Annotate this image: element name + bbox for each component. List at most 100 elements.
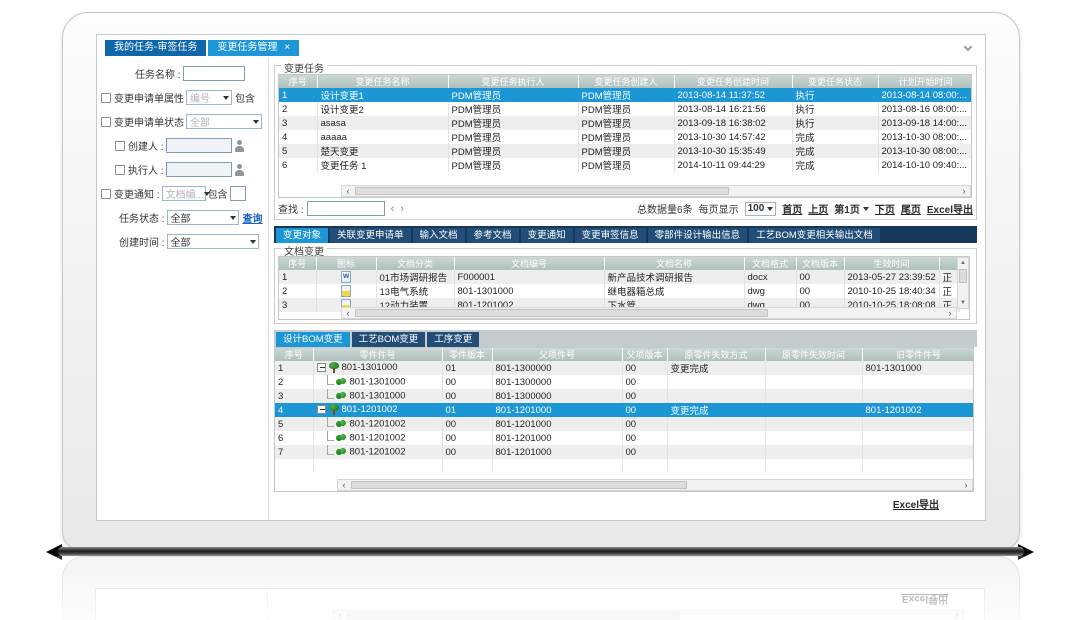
bom-row[interactable]: 6801-120100200801-120100000 [275,431,974,445]
dropdown-arrow-icon [253,120,259,124]
scroll-left-icon[interactable]: ‹ [342,186,354,196]
detail-tab-6[interactable]: 变更审签信息 [575,228,646,243]
creator-input[interactable] [166,138,232,153]
scrollbar-thumb [347,612,680,620]
tab-my-tasks-label: 我的任务-审签任务 [114,42,197,53]
excel-export-link-bottom[interactable]: Excel导出 [893,500,939,511]
notice-contains: 包含 [208,186,228,201]
detail-tab-5[interactable]: 变更通知 [521,228,573,243]
current-page-value: 第1页 [834,201,860,216]
detail-tab-bar: 变更对象关联变更申请单输入文档参考文档变更通知变更审签信息零部件设计输出信息工艺… [274,226,977,243]
bom-row[interactable]: 5801-120100200801-120100000 [275,417,974,431]
cell: docx [744,270,796,284]
per-page-select[interactable]: 100 [745,202,777,216]
doc-v-scrollbar[interactable]: ▲ ▼ [957,257,969,309]
last-page-link[interactable]: 尾页 [901,201,921,216]
tab-change-task-mgmt[interactable]: 变更任务管理× [208,40,299,56]
bom-row[interactable]: 2801-130100000801-130000000 [275,375,974,389]
bom-tab-1[interactable]: 设计BOM变更 [276,332,350,347]
tab-my-tasks[interactable]: 我的任务-审签任务 [105,40,206,56]
scroll-left-icon[interactable]: ‹ [342,308,354,318]
task-row[interactable]: 6变更任务 1PDM管理员PDM管理员2014-10-11 09:44:29完成… [279,158,972,172]
user-picker-icon[interactable] [234,140,245,152]
detail-tab-2[interactable]: 关联变更申请单 [330,228,411,243]
scrollbar-thumb[interactable] [351,481,687,489]
executor-input[interactable] [166,162,232,177]
filter-panel: 任务名称 : 变更申请单属性 编号 包含 变更申请单状态 全部 [97,58,269,520]
scroll-right-icon[interactable]: › [944,308,956,318]
detail-tab-4[interactable]: 参考文档 [467,228,519,243]
scroll-down-icon[interactable]: ▼ [960,298,966,308]
doc-row[interactable]: 213电气系统801-1301000继电器箱总成dwg002010-10-25 … [279,284,959,298]
cell: 2013-05-27 23:39:52 [844,270,939,284]
detail-tab-1[interactable]: 变更对象 [276,228,328,243]
request-attr-select[interactable]: 编号 [186,90,232,105]
detail-tab-7[interactable]: 零部件设计输出信息 [648,228,748,243]
bom-row[interactable]: 3801-130100000801-130000000 [275,389,974,403]
scroll-up-icon[interactable]: ▲ [960,258,966,268]
detail-tab-3[interactable]: 输入文档 [413,228,465,243]
user-picker-icon[interactable] [234,164,245,176]
task-row[interactable]: 5楚天变更PDM管理员PDM管理员2013-10-30 15:35:49完成20… [279,144,972,158]
scroll-right-icon[interactable]: › [958,186,970,196]
column-header: 图标 [316,257,376,270]
chevron-down-icon[interactable] [965,45,973,53]
scrollbar-track[interactable] [958,268,968,298]
request-status-checkbox[interactable] [101,117,111,127]
column-header: 原零件失效时间 [765,348,862,361]
scrollbar-track[interactable] [354,308,944,318]
expand-minus-icon[interactable] [317,363,326,372]
task-row[interactable]: 3asasaPDM管理员PDM管理员2013-09-18 16:38:02执行2… [279,116,972,130]
bom-row[interactable]: 4801-120100201801-120100000变更完成801-12010… [275,403,974,417]
notice-checkbox[interactable] [101,189,111,199]
creator-checkbox[interactable] [115,141,125,151]
bom-h-scrollbar[interactable]: ‹ › [337,479,973,491]
doc-row[interactable]: 101市场调研报告F000001新产品技术调研报告docx002013-05-2… [279,270,959,284]
task-row[interactable]: 2设计变更2PDM管理员PDM管理员2013-08-14 16:21:56执行2… [279,102,972,116]
tree-node-icon [336,420,347,428]
scrollbar-thumb[interactable] [355,187,729,195]
scrollbar-thumb[interactable] [355,309,768,317]
scroll-left-icon[interactable]: ‹ [338,480,350,490]
task-h-scrollbar[interactable]: ‹ › [341,185,971,197]
task-name-input[interactable] [183,66,245,81]
cell: PDM管理员 [448,158,578,172]
cell: 2 [279,102,317,116]
executor-checkbox[interactable] [115,165,125,175]
request-attr-checkbox[interactable] [101,93,111,103]
first-page-link[interactable]: 首页 [782,201,802,216]
filter-create-time: 创建时间 : 全部 [101,234,266,249]
bom-row[interactable]: 7801-120100200801-120100000 [275,445,974,459]
expand-minus-icon[interactable] [317,405,326,414]
detail-tab-8[interactable]: 工艺BOM变更相关输出文档 [749,228,880,243]
bom-tab-2[interactable]: 工艺BOM变更 [352,332,426,347]
scrollbar-track[interactable] [354,186,958,196]
doc-h-scrollbar[interactable]: ‹ › [341,307,957,319]
cell: 7 [275,445,313,459]
search-prev-icon[interactable]: ‹ [391,203,395,215]
next-page-link[interactable]: 下页 [875,201,895,216]
task-row[interactable]: 1设计变更1PDM管理员PDM管理员2013-08-14 11:37:52执行2… [279,88,972,102]
cell: 1 [279,88,317,102]
bom-row[interactable]: 1801-130100001801-130000000变更完成801-13010… [275,361,974,375]
excel-export-link[interactable]: Excel导出 [927,201,973,216]
request-status-select[interactable]: 全部 [186,114,262,129]
current-page-select[interactable]: 第1页 [834,201,869,216]
scrollbar-thumb[interactable] [959,269,967,283]
create-time-select[interactable]: 全部 [167,234,259,249]
bom-tab-3[interactable]: 工序变更 [427,332,479,347]
prev-page-link[interactable]: 上页 [808,201,828,216]
cell: 00 [622,389,667,403]
executor-label: 执行人 : [128,162,164,177]
scroll-right-icon[interactable]: › [960,480,972,490]
search-next-icon[interactable]: › [400,203,404,215]
task-status-select[interactable]: 全部 [167,210,239,225]
request-attr-contains: 包含 [235,90,255,105]
notice-select[interactable]: 文档编... [162,186,206,201]
query-link[interactable]: 查询 [243,210,263,225]
task-row[interactable]: 4aaaaaPDM管理员PDM管理员2013-10-30 14:57:42完成2… [279,130,972,144]
close-icon[interactable]: × [284,42,290,53]
search-input[interactable] [307,201,385,216]
scrollbar-track[interactable] [350,480,960,490]
notice-input[interactable] [230,186,246,201]
